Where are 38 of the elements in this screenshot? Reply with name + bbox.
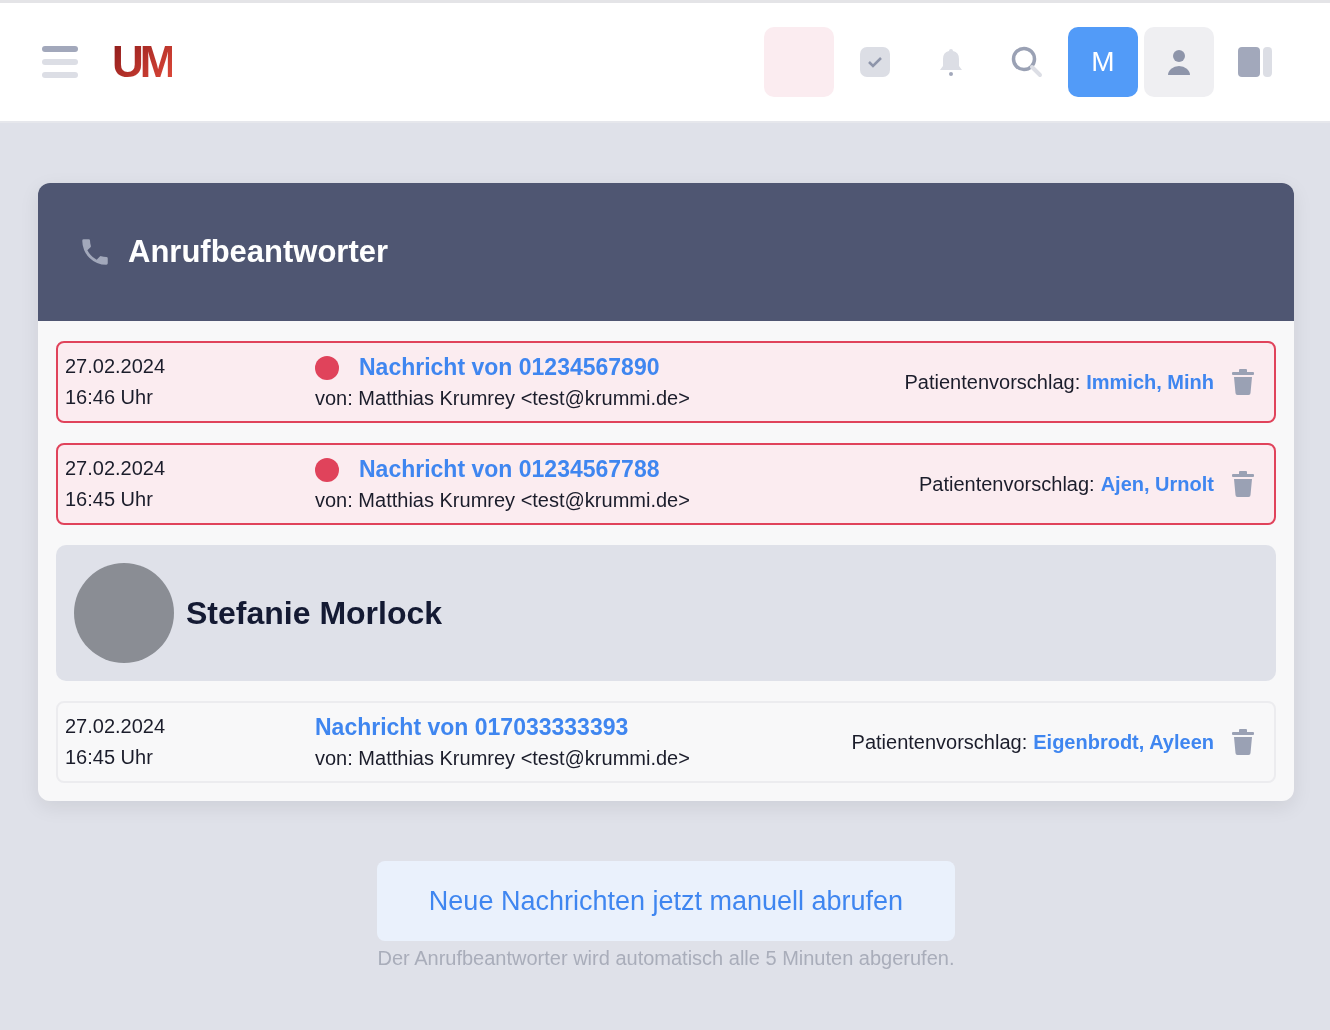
delete-button[interactable] [1232, 471, 1254, 497]
user-initial-button[interactable]: M [1068, 27, 1138, 97]
message-row[interactable]: 27.02.2024 16:46 Uhr Nachricht von 01234567890 von: Matthias Krumrey <test@krummi.de> Patientenvorschlag: Immich, Minh [56, 341, 1276, 423]
trash-icon [1232, 369, 1254, 395]
message-sender: von: Matthias Krumrey <test@krummi.de> [315, 489, 691, 512]
checkbox-icon [860, 47, 890, 77]
person-icon [1167, 49, 1191, 75]
message-title-link[interactable]: Nachricht von 01234567788 [359, 456, 660, 483]
message-time: 16:45 Uhr [65, 746, 154, 769]
search-icon [1011, 46, 1043, 78]
fetch-messages-button[interactable]: Neue Nachrichten jetzt manuell abrufen [377, 861, 955, 941]
patient-link[interactable]: Eigenbrodt, Ayleen [1033, 730, 1214, 754]
message-date: 27.02.2024 [65, 355, 167, 378]
menu-icon[interactable] [42, 46, 78, 78]
trash-icon [1232, 471, 1254, 497]
message-title-link[interactable]: Nachricht von 01234567890 [359, 354, 660, 381]
suggestion-label: Patientenvorschlag: [919, 472, 1095, 496]
message-date: 27.02.2024 [65, 457, 167, 480]
message-row[interactable]: 27.02.2024 16:45 Uhr Nachricht von 01234567788 von: Matthias Krumrey <test@krummi.de> Patientenvorschlag: Ajen, Urnolt [56, 443, 1276, 525]
person-name: Stefanie Morlock [186, 594, 443, 632]
message-date: 27.02.2024 [65, 715, 167, 738]
message-time: 16:45 Uhr [65, 488, 154, 511]
message-title-link[interactable]: Nachricht von 017033333393 [315, 714, 629, 741]
patient-link[interactable]: Ajen, Urnolt [1100, 472, 1214, 496]
suggestion-label: Patientenvorschlag: [904, 370, 1081, 394]
panel-icon [1238, 47, 1272, 77]
suggestion-label: Patientenvorschlag: [851, 730, 1028, 754]
message-sender: von: Matthias Krumrey <test@krummi.de> [315, 387, 691, 410]
message-time: 16:46 Uhr [65, 386, 154, 409]
card-title: Anrufbeantworter [128, 234, 389, 270]
message-sender: von: Matthias Krumrey <test@krummi.de> [315, 747, 691, 770]
trash-icon [1232, 729, 1254, 755]
delete-button[interactable] [1232, 369, 1254, 395]
message-row[interactable]: 27.02.2024 16:45 Uhr Nachricht von 017033333393 von: Matthias Krumrey <test@krummi.de> Patientenvorschlag: Eigenbrodt, Ayleen [56, 701, 1276, 783]
delete-button[interactable] [1232, 729, 1254, 755]
patient-link[interactable]: Immich, Minh [1086, 370, 1214, 394]
bell-icon [938, 47, 964, 77]
profile-button[interactable] [1144, 27, 1214, 97]
